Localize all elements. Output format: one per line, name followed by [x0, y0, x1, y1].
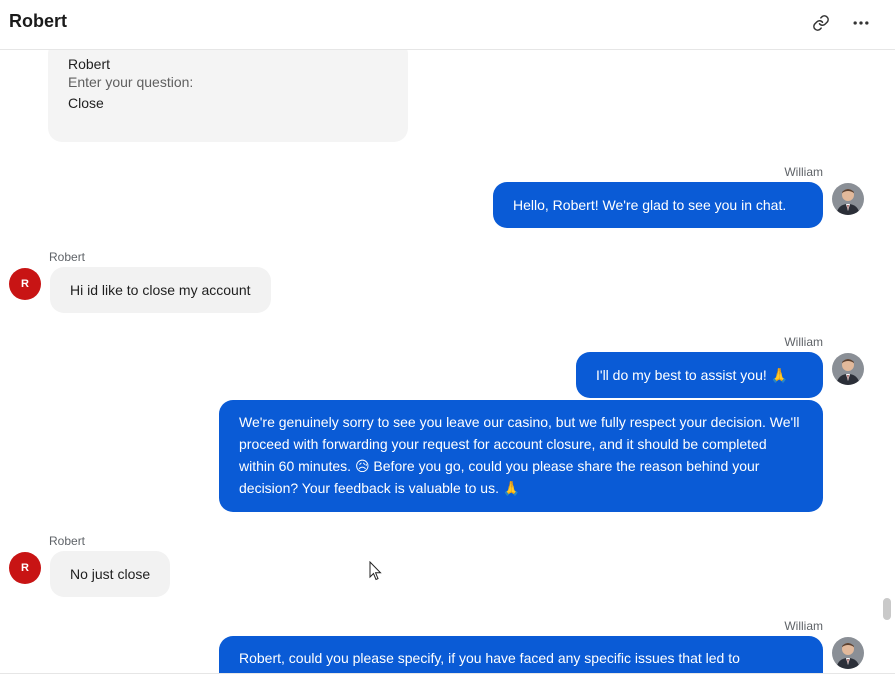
mouse-cursor-icon: [369, 561, 382, 581]
agent-message-bubble: Hello, Robert! We're glad to see you in …: [493, 182, 823, 228]
message-sender-name: William: [784, 165, 823, 179]
more-options-button[interactable]: [849, 11, 873, 35]
user-avatar-initial: R: [21, 278, 29, 290]
agent-message-bubble: Robert, could you please specify, if you…: [219, 636, 823, 673]
scrollbar-thumb[interactable]: [883, 598, 891, 620]
user-avatar: R: [9, 552, 41, 584]
user-avatar-initial: R: [21, 562, 29, 574]
agent-message-bubble: I'll do my best to assist you! 🙏: [576, 352, 823, 398]
chat-header: Robert: [0, 0, 895, 50]
copy-link-button[interactable]: [809, 11, 833, 35]
agent-avatar: [832, 353, 864, 385]
user-message-bubble: Hi id like to close my account: [50, 267, 271, 313]
message-sender-name: William: [784, 335, 823, 349]
message-text: Hello, Robert! We're glad to see you in …: [513, 197, 787, 213]
user-message-bubble: No just close: [50, 551, 171, 597]
more-horizontal-icon: [853, 21, 869, 25]
message-list[interactable]: Robert Enter your question: Close Willia…: [0, 50, 895, 673]
message-text: No just close: [70, 566, 151, 582]
message-text: Hi id like to close my account: [70, 282, 251, 298]
message-sender-name: Robert: [49, 534, 86, 548]
agent-message-bubble: We're genuinely sorry to see you leave o…: [219, 400, 823, 512]
chat-title: Robert: [9, 11, 67, 31]
chat-window: Robert Robert Enter your question: Close…: [0, 0, 895, 683]
message-text: We're genuinely sorry to see you leave o…: [239, 414, 800, 496]
link-icon: [813, 15, 829, 31]
prechat-form-card: Robert Enter your question: Close: [48, 50, 408, 142]
agent-avatar: [832, 183, 864, 215]
form-question-value: Close: [68, 95, 104, 111]
composer-divider: [0, 673, 895, 683]
agent-photo-icon: [832, 353, 864, 385]
agent-photo-icon: [832, 637, 864, 669]
user-avatar: R: [9, 268, 41, 300]
form-question-label: Enter your question:: [68, 74, 194, 90]
message-text: I'll do my best to assist you! 🙏: [596, 367, 789, 383]
message-sender-name: Robert: [49, 250, 86, 264]
message-text: Robert, could you please specify, if you…: [239, 650, 740, 666]
agent-avatar: [832, 637, 864, 669]
message-sender-name: William: [784, 619, 823, 633]
agent-photo-icon: [832, 183, 864, 215]
form-name-value: Robert: [68, 56, 111, 72]
